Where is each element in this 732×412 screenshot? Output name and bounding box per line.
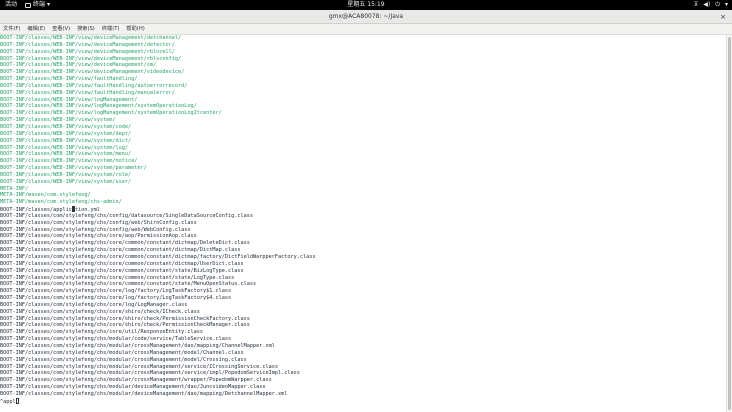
terminal-line: BOOT-INF/classes/com/stylefeng/chs/core/… <box>0 267 244 274</box>
terminal-line: BOOT-INF/classes/WEB-INF/view/faultHandl… <box>0 82 188 89</box>
terminal-line: BOOT-INF/classes/WEB-INF/view/system/men… <box>0 151 132 158</box>
terminal-line: BOOT-INF/classes/WEB-INF/view/system/use… <box>0 178 132 185</box>
terminal-line: BOOT-INF/classes/com/stylefeng/chs/modul… <box>0 363 278 370</box>
terminal-line: BOOT-INF/classes/com/stylefeng/chs/modul… <box>0 370 300 377</box>
terminal-line: BOOT-INF/classes/WEB-INF/view/system/rol… <box>0 171 132 178</box>
clock[interactable]: 星期五 15:19 <box>0 0 732 10</box>
prompt-input[interactable]: ^appl <box>0 399 16 405</box>
terminal-line: BOOT-INF/classes/com/stylefeng/chs/modul… <box>0 349 244 356</box>
terminal-line: BOOT-INF/classes/com/stylefeng/chs/core/… <box>0 322 250 329</box>
power-icon[interactable]: ⏻ <box>715 0 720 10</box>
terminal-line: BOOT-INF/classes/com/stylefeng/chs/modul… <box>0 377 272 384</box>
terminal-line: BOOT-INF/classes/WEB-INF/view/system/dep… <box>0 130 132 137</box>
terminal-line: ^appl <box>0 397 726 405</box>
menu-bar: 文件(F) 编辑(E) 查看(V) 搜索(S) 终端(T) 帮助(H) <box>0 24 732 35</box>
window-title-bar[interactable]: gmx@ACA80078: ~/Java × <box>0 10 732 24</box>
terminal-line: BOOT-INF/classes/WEB-INF/view/logManagem… <box>0 96 138 103</box>
terminal-scrollbar[interactable] <box>726 35 732 412</box>
terminal-line: BOOT-INF/classes/com/stylefeng/chs/modul… <box>0 336 232 343</box>
window-title: gmx@ACA80078: ~/Java <box>328 13 404 20</box>
terminal-output[interactable]: BOOT-INF/classes/WEB-INF/view/deviceMana… <box>0 35 726 412</box>
terminal-line: BOOT-INF/classes/com/stylefeng/chs/core/… <box>0 233 197 240</box>
chevron-down-icon[interactable]: ▾ <box>725 0 728 10</box>
terminal-line: BOOT-INF/classes/WEB-INF/view/logManagem… <box>0 103 197 110</box>
terminal-line: META-INF/maven/com.stylefeng/chs-admin/ <box>0 199 122 206</box>
terminal-line: BOOT-INF/classes/com/stylefeng/chs/core/… <box>0 329 204 336</box>
terminal-line: BOOT-INF/classes/com/stylefeng/chs/core/… <box>0 274 235 281</box>
terminal-line: BOOT-INF/classes/WEB-INF/view/deviceMana… <box>0 35 182 41</box>
terminal-cursor <box>15 397 19 404</box>
terminal-line: BOOT-INF/classes/com/stylefeng/chs/confi… <box>0 219 197 226</box>
terminal-line: BOOT-INF/classes/WEB-INF/view/system/not… <box>0 158 138 165</box>
terminal-line: BOOT-INF/classes/com/stylefeng/chs/core/… <box>0 247 241 254</box>
terminal-line: BOOT-INF/classes/com/stylefeng/chs/core/… <box>0 315 250 322</box>
close-icon[interactable]: × <box>720 10 726 24</box>
menu-item-3[interactable]: 搜索(S) <box>77 24 95 34</box>
terminal-line: BOOT-INF/classes/WEB-INF/view/logManagem… <box>0 110 222 117</box>
menu-item-4[interactable]: 终端(T) <box>102 24 120 34</box>
terminal-line: BOOT-INF/classes/WEB-INF/view/system/par… <box>0 165 147 172</box>
menu-item-5[interactable]: 帮助(H) <box>126 24 144 34</box>
terminal-line: BOOT-INF/classes/com/stylefeng/chs/modul… <box>0 384 266 391</box>
terminal-line: BOOT-INF/classes/applic tion.yml <box>0 206 100 214</box>
terminal-line: BOOT-INF/classes/WEB-INF/view/deviceMana… <box>0 55 182 62</box>
terminal-line: BOOT-INF/classes/com/stylefeng/chs/core/… <box>0 281 257 288</box>
terminal-line: BOOT-INF/classes/WEB-INF/view/system/log… <box>0 144 129 151</box>
gnome-top-bar: 活动 终端 ▾ 星期五 15:19 ⊼ ◀) ⏻ ▾ <box>0 0 732 10</box>
network-icon[interactable]: ⊼ <box>694 0 698 10</box>
terminal-line: META-INF/ <box>0 185 29 192</box>
terminal-line: BOOT-INF/classes/WEB-INF/view/faultHandl… <box>0 89 175 96</box>
terminal-line: BOOT-INF/classes/com/stylefeng/chs/core/… <box>0 301 188 308</box>
terminal-line: META-INF/maven/com.stylefeng/ <box>0 192 91 199</box>
menu-item-1[interactable]: 编辑(E) <box>27 24 45 34</box>
menu-item-2[interactable]: 查看(V) <box>52 24 70 34</box>
terminal-line: BOOT-INF/classes/WEB-INF/view/deviceMana… <box>0 62 157 69</box>
menu-item-0[interactable]: 文件(F) <box>3 24 20 34</box>
terminal-line: BOOT-INF/classes/WEB-INF/view/system/cod… <box>0 123 132 130</box>
terminal-line: BOOT-INF/classes/com/stylefeng/chs/core/… <box>0 254 316 260</box>
terminal-line: BOOT-INF/classes/com/stylefeng/chs/modul… <box>0 390 288 397</box>
terminal-line: BOOT-INF/classes/WEB-INF/view/faultHandl… <box>0 76 138 83</box>
terminal-line: BOOT-INF/classes/com/stylefeng/chs/modul… <box>0 342 275 349</box>
terminal-line: BOOT-INF/classes/com/stylefeng/chs/core/… <box>0 240 250 247</box>
scrollbar-thumb[interactable] <box>728 37 731 410</box>
terminal-line: BOOT-INF/classes/com/stylefeng/chs/modul… <box>0 356 247 363</box>
system-tray[interactable]: ⊼ ◀) ⏻ ▾ <box>694 0 728 10</box>
terminal-line: BOOT-INF/classes/com/stylefeng/chs/confi… <box>0 226 191 233</box>
terminal-line: BOOT-INF/classes/com/stylefeng/chs/core/… <box>0 288 232 295</box>
terminal-line: BOOT-INF/classes/WEB-INF/view/deviceMana… <box>0 41 175 48</box>
terminal-line: BOOT-INF/classes/com/stylefeng/chs/core/… <box>0 308 200 315</box>
terminal-line: BOOT-INF/classes/WEB-INF/view/deviceMana… <box>0 69 185 76</box>
terminal-line: BOOT-INF/classes/com/stylefeng/chs/confi… <box>0 212 253 219</box>
terminal-line: BOOT-INF/classes/com/stylefeng/chs/core/… <box>0 260 244 267</box>
terminal-line: BOOT-INF/classes/WEB-INF/view/system/ <box>0 117 116 124</box>
terminal-line: BOOT-INF/classes/com/stylefeng/chs/core/… <box>0 295 232 302</box>
terminal-line: BOOT-INF/classes/WEB-INF/view/deviceMana… <box>0 48 175 55</box>
terminal-line: BOOT-INF/classes/WEB-INF/view/system/dic… <box>0 137 132 144</box>
volume-icon[interactable]: ◀) <box>703 0 710 10</box>
